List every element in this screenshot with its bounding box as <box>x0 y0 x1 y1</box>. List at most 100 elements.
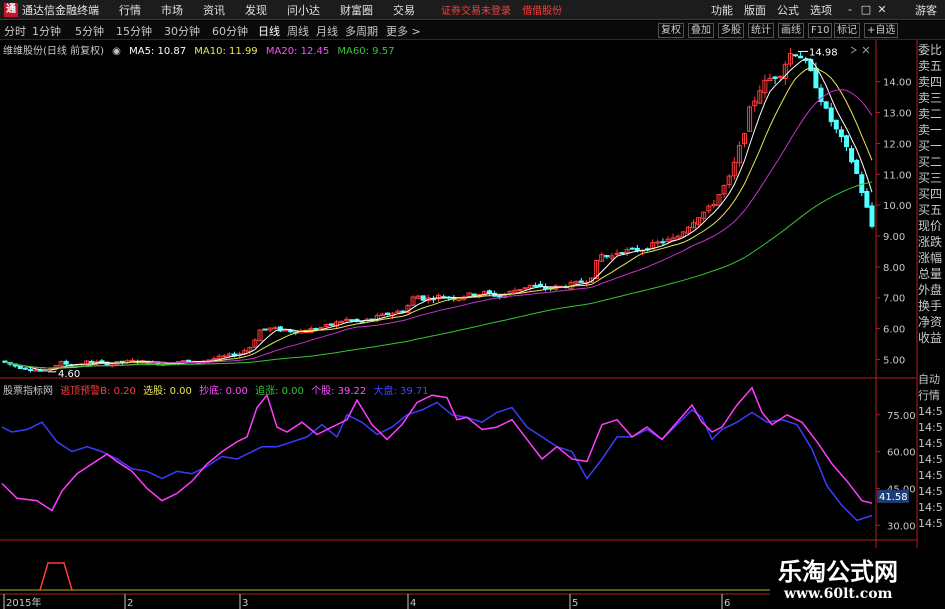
maximize-icon[interactable]: □ <box>859 0 873 20</box>
price-extreme-labels: 14.98 4.60 <box>48 47 838 380</box>
quote-tab-10[interactable]: 买五 <box>918 202 945 218</box>
menu-wealth-circle[interactable]: 财富圈 <box>340 2 373 18</box>
period-tab-intraday[interactable]: 分时 <box>4 23 26 39</box>
down-candle <box>844 135 849 148</box>
period-tab-5min[interactable]: 5分钟 <box>75 23 104 39</box>
close-icon[interactable]: ✕ <box>875 0 889 20</box>
quote-tab-9[interactable]: 买四 <box>918 186 945 202</box>
indicator-lines <box>1 386 873 522</box>
down-candle <box>849 148 855 163</box>
date-tick-label: 2015年 <box>6 596 41 609</box>
menu-market[interactable]: 市场 <box>161 2 183 18</box>
watermark-title: 乐淘公式网 <box>778 557 898 586</box>
down-candle <box>793 54 798 57</box>
tick-tab-2[interactable]: 14:5 <box>918 404 945 420</box>
quote-tab-3[interactable]: 卖三 <box>918 90 945 106</box>
down-candle <box>63 360 69 365</box>
quote-tab-14[interactable]: 总量 <box>918 266 945 282</box>
menu-news[interactable]: 资讯 <box>203 2 225 18</box>
settings-icon[interactable]: ◉ <box>112 46 121 57</box>
period-tab-multi[interactable]: 多周期 <box>345 23 378 39</box>
period-tab-30min[interactable]: 30分钟 <box>164 23 200 39</box>
indicator-tick-label: 30.00 <box>887 521 916 532</box>
guest-user-label[interactable]: 游客 <box>915 2 937 18</box>
index-line-value: 大盘: 39.71 <box>373 386 429 397</box>
quote-tab-0[interactable]: 委比 <box>918 42 945 58</box>
down-candle <box>471 293 477 297</box>
f10-button[interactable]: F10 <box>808 23 833 38</box>
price-tick-label: 6.00 <box>883 325 905 336</box>
menu-options[interactable]: 选项 <box>810 2 832 18</box>
menu-bar: 通 通达信金融终端 行情 市场 资讯 发现 问小达 财富圈 交易 证券交易未登录… <box>0 0 945 20</box>
down-candle <box>359 320 365 323</box>
quote-tab-11[interactable]: 现价 <box>918 218 945 234</box>
quote-tab-15[interactable]: 外盘 <box>918 282 945 298</box>
tick-tab-6[interactable]: 14:5 <box>918 468 945 484</box>
tick-tab-5[interactable]: 14:5 <box>918 452 945 468</box>
multi-stock-button[interactable]: 多股 <box>718 23 744 38</box>
period-tab-weekly[interactable]: 周线 <box>287 23 309 39</box>
quote-tab-17[interactable]: 净资 <box>918 314 945 330</box>
bottom-fish-value: 抄底: 0.00 <box>199 386 248 397</box>
add-watchlist-button[interactable]: +自选 <box>864 23 899 38</box>
stock-info-header: 维维股份(日线 前复权) ◉ MA5: 10.87 MA10: 11.99 MA… <box>3 42 399 57</box>
quote-tab-18[interactable]: 收益 <box>918 330 945 346</box>
stock-name-status: 借借股份 <box>522 6 563 17</box>
down-candle <box>349 319 355 322</box>
period-tab-15min[interactable]: 15分钟 <box>116 23 152 39</box>
menu-formula[interactable]: 公式 <box>777 2 799 18</box>
down-candle <box>420 295 426 301</box>
menu-discover[interactable]: 发现 <box>245 2 267 18</box>
stock-line <box>1 386 873 512</box>
period-tab-60min[interactable]: 60分钟 <box>212 23 248 39</box>
minimize-icon[interactable]: - <box>843 0 857 20</box>
quote-tab-13[interactable]: 涨幅 <box>918 250 945 266</box>
quote-tab-16[interactable]: 换手 <box>918 298 945 314</box>
price-tick-label: 14.00 <box>883 78 912 89</box>
quote-tab-1[interactable]: 卖五 <box>918 58 945 74</box>
menu-functions[interactable]: 功能 <box>711 2 733 18</box>
menu-market-quotes[interactable]: 行情 <box>119 2 141 18</box>
up-candle <box>272 327 278 330</box>
tick-tab-1[interactable]: 行情 <box>918 388 945 404</box>
price-tick-label: 7.00 <box>883 294 905 305</box>
date-tick-label: 3 <box>242 598 248 609</box>
menu-layout[interactable]: 版面 <box>744 2 766 18</box>
top-warning-value: 逃顶预警B: 0.20 <box>60 386 136 397</box>
tick-tab-3[interactable]: 14:5 <box>918 420 945 436</box>
menu-ask-assistant[interactable]: 问小达 <box>287 2 320 18</box>
tick-tab-7[interactable]: 14:5 <box>918 484 945 500</box>
quote-tab-7[interactable]: 买二 <box>918 154 945 170</box>
statistics-button[interactable]: 统计 <box>748 23 774 38</box>
trade-login-status[interactable]: 证券交易未登录 <box>441 6 511 17</box>
down-candle <box>22 367 28 370</box>
draw-line-button[interactable]: 画线 <box>778 23 804 38</box>
kline-chart[interactable]: 14.00 13.00 12.00 11.00 10.00 9.00 8.00 7.00 6.0… <box>0 40 945 609</box>
collapse-panel-icon <box>850 46 857 54</box>
price-axis: 14.00 13.00 12.00 11.00 10.00 9.00 8.00 7.00 6.0… <box>876 78 912 366</box>
tick-tab-9[interactable]: 14:5 <box>918 516 945 532</box>
down-candle <box>532 284 538 287</box>
quote-tab-6[interactable]: 买一 <box>918 138 945 154</box>
quote-tab-12[interactable]: 涨跌 <box>918 234 945 250</box>
quote-tab-8[interactable]: 买三 <box>918 170 945 186</box>
period-tab-monthly[interactable]: 月线 <box>316 23 338 39</box>
period-tab-1min[interactable]: 1分钟 <box>32 23 61 39</box>
adjust-price-button[interactable]: 复权 <box>658 23 684 38</box>
menu-trade[interactable]: 交易 <box>393 2 415 18</box>
down-candle <box>38 369 44 372</box>
period-tab-daily[interactable]: 日线 <box>258 23 280 39</box>
quote-tab-2[interactable]: 卖四 <box>918 74 945 90</box>
quote-tab-5[interactable]: 卖一 <box>918 122 945 138</box>
down-candle <box>262 328 268 331</box>
down-candle <box>772 76 778 79</box>
period-tab-more[interactable]: 更多 > <box>386 23 421 39</box>
down-candle <box>823 101 829 109</box>
tick-tab-4[interactable]: 14:5 <box>918 436 945 452</box>
tick-tab-8[interactable]: 14:5 <box>918 500 945 516</box>
overlay-button[interactable]: 叠加 <box>688 23 714 38</box>
mark-button[interactable]: 标记 <box>834 23 860 38</box>
indicator-name[interactable]: 股票指标网 <box>3 386 53 397</box>
quote-tab-4[interactable]: 卖二 <box>918 106 945 122</box>
tick-tab-0[interactable]: 自动 <box>918 372 945 388</box>
